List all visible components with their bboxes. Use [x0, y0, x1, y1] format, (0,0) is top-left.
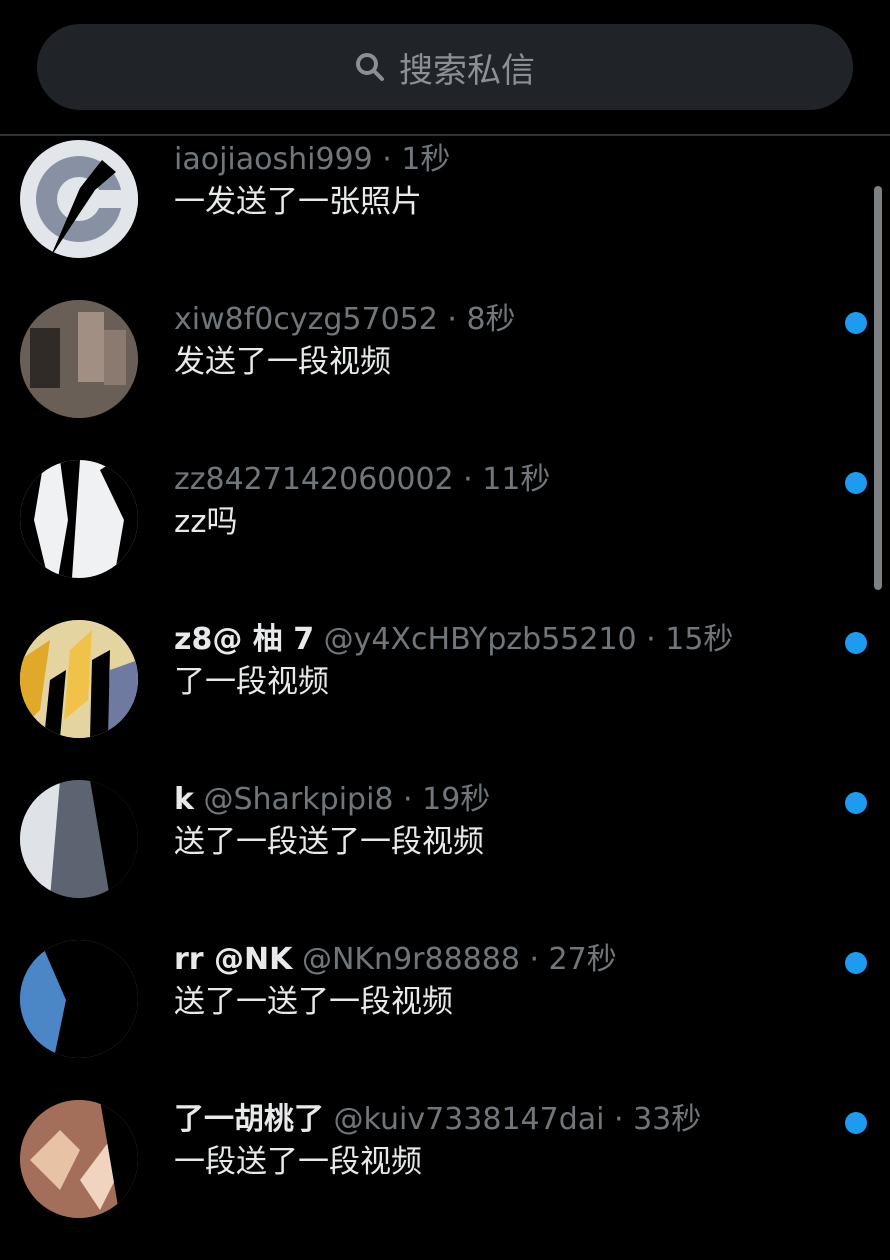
timestamp: 11秒: [482, 462, 551, 497]
scrollbar[interactable]: [874, 186, 882, 590]
timestamp: 33秒: [633, 1102, 702, 1137]
header-divider: [0, 134, 890, 136]
display-name: k: [174, 782, 194, 817]
message-preview: 送了一段送了一段视频: [174, 824, 484, 860]
conversation-meta: 了一胡桃了 @kuiv7338147dai · 33秒: [174, 1102, 702, 1137]
search-icon: [356, 53, 384, 81]
conversation-meta: zz8427142060002 · 11秒: [174, 462, 551, 497]
avatar[interactable]: [20, 300, 138, 418]
unread-indicator: [845, 792, 867, 814]
conversation-row[interactable]: xiw8f0cyzg57052 · 8秒 发送了一段视频: [0, 300, 890, 460]
timestamp: 19秒: [422, 782, 491, 817]
message-preview: 一段送了一段视频: [174, 1144, 422, 1180]
display-name: 了一胡桃了: [174, 1102, 324, 1137]
message-preview: 一发送了一张照片: [174, 184, 422, 220]
user-handle: @NKn9r88888: [301, 942, 520, 977]
message-preview: 送了一送了一段视频: [174, 984, 453, 1020]
display-name: z8@ 柚 7: [174, 622, 315, 657]
avatar[interactable]: [20, 620, 138, 738]
display-name: rr @NK: [174, 942, 293, 977]
message-preview: zz吗: [174, 504, 238, 540]
unread-indicator: [845, 312, 867, 334]
message-preview: 发送了一段视频: [174, 344, 391, 380]
timestamp: 8秒: [466, 302, 516, 337]
conversation-row[interactable]: z8@ 柚 7 @y4XcHBYpzb55210 · 15秒 了一段视频: [0, 620, 890, 780]
user-handle: zz8427142060002: [174, 462, 454, 497]
conversation-meta: z8@ 柚 7 @y4XcHBYpzb55210 · 15秒: [174, 622, 734, 657]
timestamp: 15秒: [665, 622, 734, 657]
avatar[interactable]: [20, 780, 138, 898]
conversation-meta: rr @NK @NKn9r88888 · 27秒: [174, 942, 617, 977]
timestamp: 1秒: [401, 142, 451, 177]
user-handle: @kuiv7338147dai: [333, 1102, 605, 1137]
timestamp: 27秒: [548, 942, 617, 977]
conversation-row[interactable]: zz8427142060002 · 11秒 zz吗: [0, 460, 890, 620]
conversation-row[interactable]: k @Sharkpipi8 · 19秒 送了一段送了一段视频: [0, 780, 890, 940]
conversation-meta: xiw8f0cyzg57052 · 8秒: [174, 302, 516, 337]
user-handle: @Sharkpipi8: [203, 782, 394, 817]
avatar[interactable]: [20, 1100, 138, 1218]
unread-indicator: [845, 952, 867, 974]
avatar[interactable]: [20, 940, 138, 1058]
conversation-row[interactable]: rr @NK @NKn9r88888 · 27秒 送了一送了一段视频: [0, 940, 890, 1100]
avatar[interactable]: [20, 460, 138, 578]
conversation-meta: k @Sharkpipi8 · 19秒: [174, 782, 491, 817]
user-handle: @y4XcHBYpzb55210: [323, 622, 637, 657]
avatar[interactable]: [20, 140, 138, 258]
search-bar[interactable]: 搜索私信: [37, 24, 853, 110]
user-handle: xiw8f0cyzg57052: [174, 302, 438, 337]
conversation-row[interactable]: 了一胡桃了 @kuiv7338147dai · 33秒 一段送了一段视频: [0, 1100, 890, 1260]
unread-indicator: [845, 472, 867, 494]
conversation-row[interactable]: iaojiaoshi999 · 1秒 一发送了一张照片: [0, 140, 890, 300]
unread-indicator: [845, 1112, 867, 1134]
message-preview: 了一段视频: [174, 664, 329, 700]
user-handle: iaojiaoshi999: [174, 142, 373, 177]
unread-indicator: [845, 632, 867, 654]
search-placeholder: 搜索私信: [399, 50, 535, 91]
conversation-meta: iaojiaoshi999 · 1秒: [174, 142, 451, 177]
